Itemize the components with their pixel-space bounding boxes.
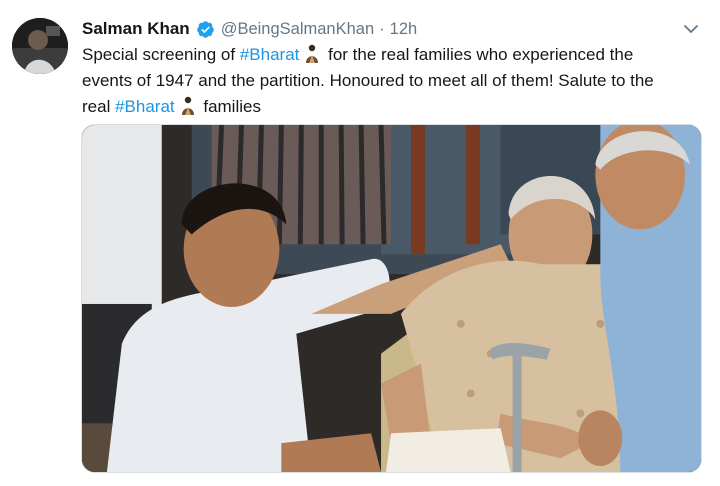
tweet-text-line-2: events of 1947 and the partition. Honour… (82, 71, 654, 90)
tweet-text-line-3: real #Bharat families (82, 94, 712, 120)
chevron-down-icon[interactable] (682, 20, 700, 38)
author-handle[interactable]: @BeingSalmanKhan (221, 20, 374, 39)
text-segment: for the real families who experienced th… (323, 45, 634, 64)
bharat-hashflag-icon (178, 95, 197, 115)
tweet-text: Special screening of #Bharat for the rea… (82, 42, 712, 120)
tweet-photo[interactable] (81, 124, 702, 473)
text-segment: families (198, 97, 261, 116)
tweet-timestamp[interactable]: 12h (390, 20, 418, 39)
bharat-hashflag-icon (303, 43, 322, 63)
author-display-name[interactable]: Salman Khan (82, 19, 190, 39)
verified-badge-icon (196, 20, 214, 38)
tweet-card[interactable]: Salman Khan @BeingSalmanKhan · 12h Speci… (0, 0, 720, 486)
header-separator: · (379, 19, 385, 38)
tweet-text-line-1: Special screening of #Bharat for the rea… (82, 42, 712, 68)
tweet-header: Salman Khan @BeingSalmanKhan · 12h (82, 17, 417, 41)
text-segment: real (82, 97, 116, 116)
avatar-image (12, 18, 68, 74)
photo-image (82, 125, 701, 472)
hashtag-link[interactable]: #Bharat (240, 45, 300, 64)
author-avatar[interactable] (12, 18, 68, 74)
hashtag-link[interactable]: #Bharat (115, 97, 175, 116)
text-segment: Special screening of (82, 45, 240, 64)
